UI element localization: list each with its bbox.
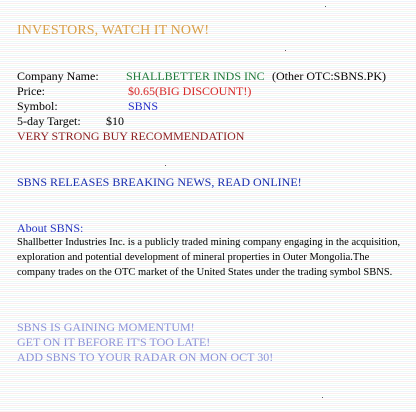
company-exchange: (Other OTC:SBNS.PK) — [272, 69, 387, 83]
noise-speck — [285, 50, 286, 51]
company-name-label: Company Name: — [17, 69, 99, 83]
company-name-value: SHALLBETTER INDS INC — [126, 69, 265, 83]
symbol-value: SBNS — [128, 99, 159, 113]
about-title: About SBNS: — [17, 221, 84, 235]
promo-line-1: SBNS IS GAINING MOMENTUM! — [17, 320, 195, 334]
noise-speck — [325, 6, 326, 7]
promo-line-2: GET ON IT BEFORE IT'S TOO LATE! — [17, 335, 211, 349]
about-text: Shallbetter Industries Inc. is a publicl… — [17, 237, 401, 278]
noise-speck — [322, 397, 323, 398]
target-value: $10 — [106, 114, 124, 128]
news-link[interactable]: SBNS RELEASES BREAKING NEWS, READ ONLINE… — [17, 175, 302, 190]
recommendation: VERY STRONG BUY RECOMMENDATION — [17, 129, 245, 143]
promo-line-3: ADD SBNS TO YOUR RADAR ON MON OCT 30! — [17, 350, 274, 364]
headline: INVESTORS, WATCH IT NOW! — [17, 23, 210, 38]
price-value: $0.65(BIG DISCOUNT!) — [128, 84, 252, 98]
noise-speck — [165, 165, 166, 166]
price-label: Price: — [17, 84, 45, 98]
symbol-label: Symbol: — [17, 99, 58, 113]
target-label: 5-day Target: — [17, 114, 81, 128]
